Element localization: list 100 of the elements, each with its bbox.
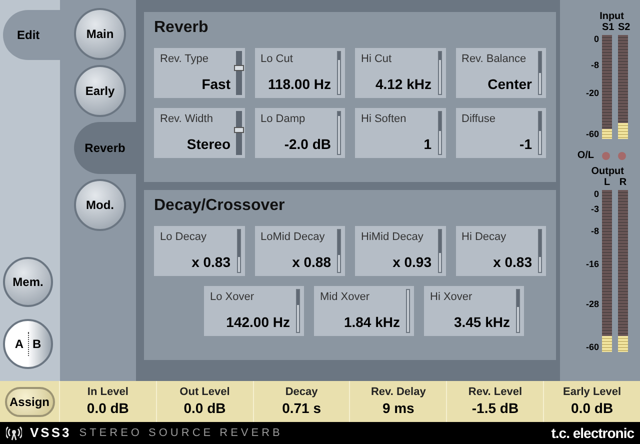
scale-label: -60 [586,130,599,139]
parameter-label: Mid Xover [320,292,371,303]
readout-value: 0.0 dB [86,400,129,418]
fader-track[interactable] [296,289,300,333]
section-title: Decay/Crossover [154,196,286,216]
scale-label: 0 [594,35,599,44]
channel-label: S1 [602,23,612,33]
scale-label: -60 [586,343,599,352]
parameter-box[interactable]: Hi Decay x 0.83 [456,226,546,276]
parameter-box[interactable]: Lo Cut 118.00 Hz [254,48,345,98]
parameter-value: x 0.88 [292,255,331,269]
parameter-box[interactable]: Lo Xover 142.00 Hz [204,286,304,336]
parameter-label: Lo Xover [210,292,256,303]
parameter-value: 4.12 kHz [375,77,432,91]
parameter-value: x 0.93 [392,255,432,269]
parameter-box[interactable]: Hi Xover 3.45 kHz [424,286,524,336]
parameter-box[interactable]: Rev. Balance Center [456,48,546,98]
parameter-label: Hi Xover [430,292,474,303]
assign-button[interactable]: Assign [4,386,54,416]
overload-label: O/L [577,149,594,163]
product-subtitle: STEREO SOURCE REVERB [79,426,283,441]
overload-led [602,152,610,160]
parameter-box[interactable]: Hi Soften 1 [355,108,446,158]
antenna-icon [6,425,22,441]
parameter-box[interactable]: Lo Damp -2.0 dB [254,108,345,158]
overload-led [618,152,626,160]
fader-track[interactable] [337,111,341,155]
scale-label: -16 [586,260,599,270]
parameter-box[interactable]: Rev. Type Fast [154,48,244,98]
parameter-label: Lo Damp [260,114,306,125]
fader-track[interactable] [337,51,341,95]
channel-label: R [618,178,628,188]
parameter-box[interactable]: Diffuse -1 [456,108,546,158]
brand-logo: t.c. electronic [551,424,634,442]
parameter-value: 118.00 Hz [268,77,331,91]
parameter-value: 1 [424,137,432,151]
readout-value: 0.0 dB [184,400,226,418]
product-name: VSS3 [30,424,72,442]
parameter-label: Rev. Width [160,114,214,125]
scale-label: -3 [590,205,599,214]
parameter-box[interactable]: Rev. Width Stereo [154,108,244,158]
parameter-value: 142.00 Hz [226,315,290,329]
parameter-label: Hi Soften [361,114,408,125]
memory-button[interactable]: Mem. [3,257,53,307]
readout-label: Rev. Delay [370,386,426,400]
edit-tab[interactable]: Edit [3,10,60,60]
fader-track[interactable] [438,229,442,273]
parameter-label: Hi Decay [462,232,508,243]
meter-title: Output [591,167,625,177]
readout-value: 0.71 s [282,400,322,418]
parameter-label: Rev. Type [160,54,210,65]
switch-track[interactable] [236,51,242,95]
switch-thumb[interactable] [234,126,244,133]
parameter-value: Stereo [186,137,230,151]
parameter-box[interactable]: Mid Xover 1.84 kHz [314,286,414,336]
parameter-box[interactable]: HiMid Decay x 0.93 [355,226,446,276]
fader-track[interactable] [236,229,240,273]
b-label: B [32,336,42,353]
fader-track[interactable] [438,51,442,95]
nav-tab[interactable]: Main [74,8,126,60]
parameter-label: Rev. Balance [462,54,528,65]
switch-track[interactable] [236,111,242,155]
parameter-label: Lo Cut [260,54,294,65]
parameter-label: LoMid Decay [260,232,326,243]
nav-tab[interactable]: Early [74,65,126,117]
parameter-box[interactable]: LoMid Decay x 0.88 [254,226,345,276]
fader-track[interactable] [538,51,542,95]
fader-track[interactable] [337,229,341,273]
ab-toggle[interactable]: A B [3,319,53,369]
parameter-value: -1 [520,137,532,151]
readout-value: 0.0 dB [571,400,614,418]
parameter-value: 1.84 kHz [344,315,400,329]
parameter-value: x 0.83 [493,255,532,269]
nav-tab[interactable]: Reverb [74,122,136,174]
switch-thumb[interactable] [234,65,244,72]
fader-track[interactable] [438,111,442,155]
parameter-label: Hi Cut [361,54,393,65]
readout-value: -1.5 dB [472,400,519,418]
parameter-value: -2.0 dB [284,137,331,151]
parameter-value: 3.45 kHz [454,315,510,329]
scale-label: 0 [594,190,599,199]
fader-track[interactable] [538,229,542,273]
readout-label: Decay [285,386,318,400]
parameter-box[interactable]: Hi Cut 4.12 kHz [355,48,446,98]
a-label: A [14,336,24,353]
parameter-value: x 0.83 [192,255,230,269]
scale-label: -20 [586,89,599,98]
parameter-value: Fast [202,77,230,91]
fader-track[interactable] [516,289,520,333]
channel-label: S2 [618,23,628,33]
readout-label: Early Level [563,386,622,400]
scale-label: -28 [586,300,599,310]
meter-title: Input [600,12,625,22]
fader-track[interactable] [406,289,410,333]
channel-label: L [602,178,612,188]
nav-tab[interactable]: Mod. [74,179,126,231]
readout-value: 9 ms [382,400,414,418]
section-title: Reverb [154,18,210,38]
fader-track[interactable] [538,111,542,155]
parameter-box[interactable]: Lo Decay x 0.83 [154,226,244,276]
